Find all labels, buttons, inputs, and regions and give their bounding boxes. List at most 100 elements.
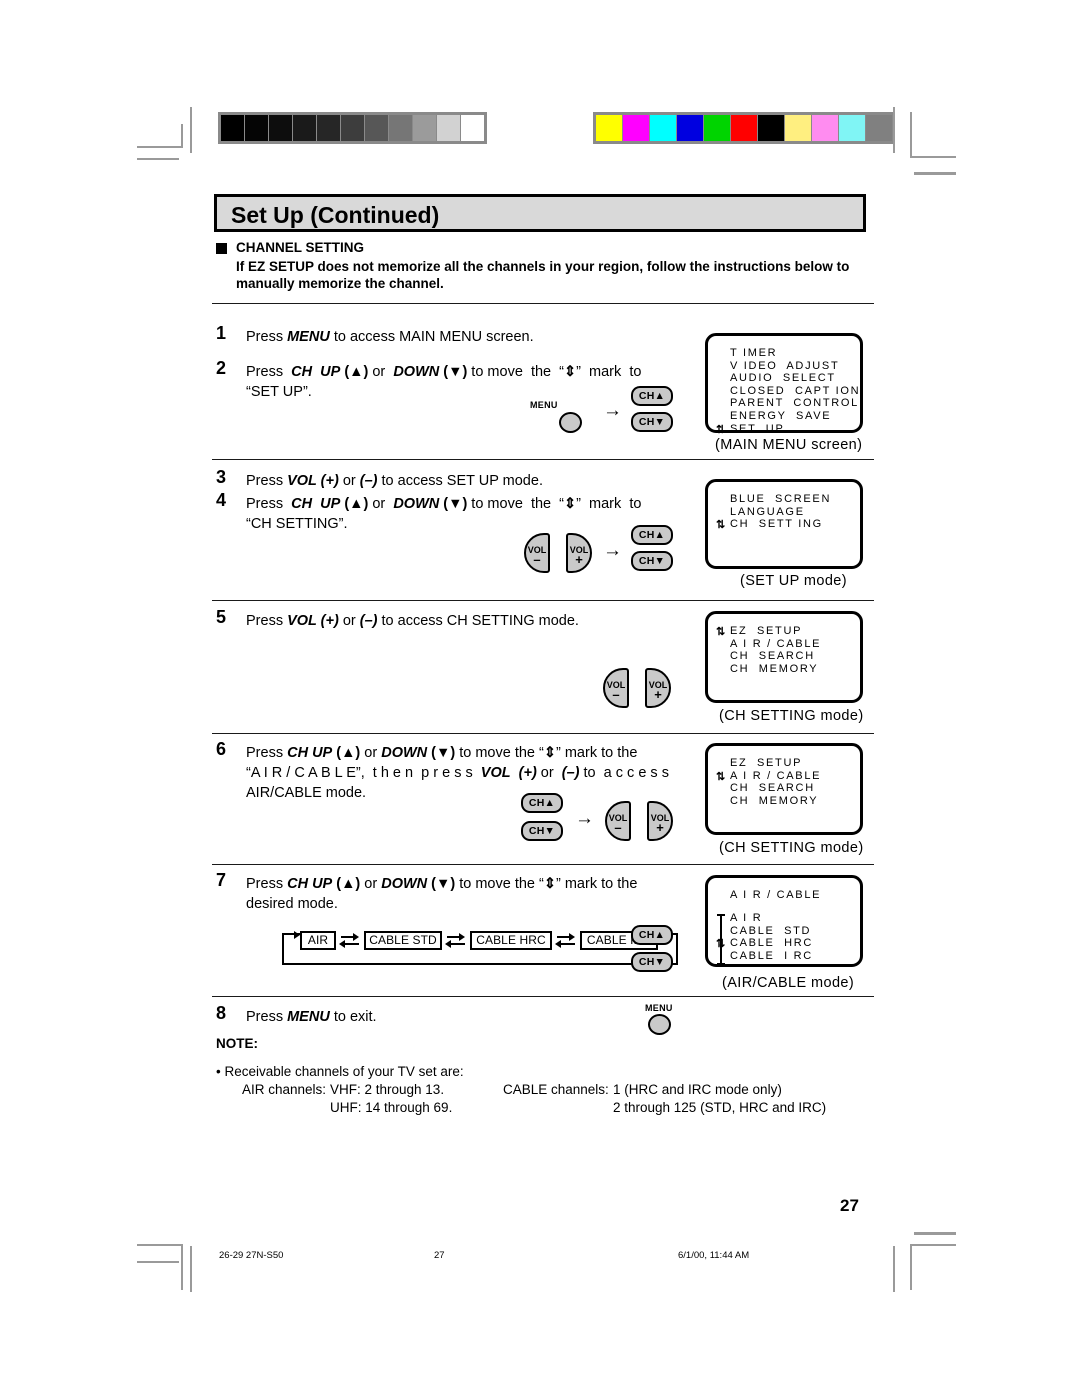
vol-plus-button-1[interactable]: VOL + <box>566 533 592 573</box>
flow-arrow-3: → <box>575 808 594 829</box>
menu-button-2[interactable] <box>648 1014 671 1035</box>
color-swatch-5 <box>731 115 757 141</box>
grayscale-swatch-0 <box>221 115 244 141</box>
osd-menu-item[interactable]: CH MEMORY <box>730 663 818 675</box>
cycle-loop-right-vertical <box>676 933 678 965</box>
step-4-text: Press CH UP (▲) or DOWN (▼) to move the … <box>246 496 642 532</box>
ch-up-button-2[interactable]: CH▲ <box>631 525 673 545</box>
air-cable-cycle-diagram: AIR CABLE STD CABLE HRC CABLE IRC <box>282 931 678 967</box>
step-6-text: Press CH UP (▲) or DOWN (▼) to move the … <box>246 745 669 801</box>
grayscale-swatch-2 <box>269 115 292 141</box>
step-8-text: Press MENU to exit. <box>246 1009 377 1025</box>
cycle-option-cable-std[interactable]: CABLE STD <box>364 931 442 950</box>
step-4-number: 4 <box>216 490 227 510</box>
menu-button-1[interactable] <box>559 412 582 433</box>
trim-line-right-bottom <box>893 1246 895 1292</box>
osd-selection-marker: ⇅ <box>716 519 726 532</box>
ch-down-button-1[interactable]: CH▼ <box>631 412 673 432</box>
ch-up-button-3[interactable]: CH▲ <box>521 793 563 813</box>
color-swatch-10 <box>866 115 892 141</box>
vol-minus-sign-2: – <box>612 687 620 702</box>
osd-menu-item[interactable]: CABLE HRC <box>730 937 813 949</box>
osd-menu-item[interactable]: BLUE SCREEN <box>730 493 831 505</box>
registration-mark-top-center <box>524 112 558 146</box>
osd-menu-item[interactable]: CH SETT ING <box>730 518 823 530</box>
vol-minus-sign-3: – <box>614 820 622 835</box>
osd-selection-marker: ⇅ <box>716 423 726 436</box>
ch-up-button-4[interactable]: CH▲ <box>631 925 673 945</box>
registration-mark-left-middle <box>141 679 175 713</box>
osd-menu-item[interactable]: CH SEARCH <box>730 650 815 662</box>
osd-menu-item[interactable]: PARENT CONTROL <box>730 397 859 409</box>
grayscale-swatch-3 <box>293 115 316 141</box>
osd-range-bar-top <box>717 914 725 916</box>
osd-ch-setting-mode-2: EZ SETUP ⇅ A I R / CABLE CH SEARCH CH MEMORY <box>705 743 863 835</box>
ch-up-button-1[interactable]: CH▲ <box>631 386 673 406</box>
note-cable-line-1: 1 (HRC and IRC mode only) <box>613 1082 782 1097</box>
osd-menu-item[interactable]: EZ SETUP <box>730 757 802 769</box>
color-swatch-0 <box>596 115 622 141</box>
osd-menu-item[interactable]: CLOSED CAPT ION <box>730 385 860 397</box>
step-3-number: 3 <box>216 467 227 487</box>
color-swatch-9 <box>839 115 865 141</box>
section-heading: CHANNEL SETTING <box>236 240 365 255</box>
cycle-loop-left-vertical <box>282 933 284 965</box>
step-2-number: 2 <box>216 358 227 378</box>
osd-title: A I R / CABLE <box>730 889 822 901</box>
vol-minus-button-2[interactable]: VOL – <box>603 668 629 708</box>
osd-menu-item[interactable]: T IMER <box>730 347 777 359</box>
vol-plus-button-2[interactable]: VOL + <box>645 668 671 708</box>
ch-down-button-4[interactable]: CH▼ <box>631 952 673 972</box>
cycle-arrow-backward <box>343 943 359 945</box>
trim-line-left-bottom <box>190 1246 192 1292</box>
vol-plus-sign-1: + <box>575 552 583 567</box>
osd-menu-item[interactable]: CH SEARCH <box>730 782 815 794</box>
page-number: 27 <box>840 1196 859 1215</box>
vol-plus-button-3[interactable]: VOL + <box>647 801 673 841</box>
cycle-arrowhead-backward <box>339 940 345 948</box>
cycle-loop-arrowhead-left <box>294 931 300 939</box>
osd-menu-item[interactable]: EZ SETUP <box>730 625 802 637</box>
vol-plus-sign-3: + <box>656 820 664 835</box>
step-7-number: 7 <box>216 870 227 890</box>
grayscale-swatch-7 <box>389 115 412 141</box>
osd-menu-item[interactable]: CABLE I RC <box>730 950 813 962</box>
step-6-number: 6 <box>216 739 227 759</box>
ch-down-button-2[interactable]: CH▼ <box>631 551 673 571</box>
crop-tick-right-lower <box>914 1232 956 1235</box>
osd-menu-item[interactable]: CH MEMORY <box>730 795 818 807</box>
vol-minus-button-3[interactable]: VOL – <box>605 801 631 841</box>
osd-menu-item[interactable]: LANGUAGE <box>730 506 805 518</box>
vol-minus-button-1[interactable]: VOL – <box>524 533 550 573</box>
menu-button-label-2: MENU <box>645 1003 673 1013</box>
trim-line-right-top <box>893 107 895 153</box>
grayscale-swatch-5 <box>341 115 364 141</box>
osd-menu-item[interactable]: A I R / CABLE <box>730 638 821 650</box>
divider-6 <box>212 996 874 997</box>
osd-menu-item[interactable]: A I R <box>730 912 762 924</box>
cycle-arrowhead-forward <box>569 933 575 941</box>
osd-menu-item[interactable]: AUDIO SELECT <box>730 372 836 384</box>
osd-menu-item[interactable]: A I R / CABLE <box>730 770 821 782</box>
crop-mark-bottom-left <box>137 1244 183 1290</box>
cycle-option-cable-hrc[interactable]: CABLE HRC <box>470 931 552 950</box>
osd-menu-item[interactable]: SET UP <box>730 423 785 435</box>
color-swatch-2 <box>650 115 676 141</box>
note-air-vhf: VHF: 2 through 13. <box>330 1082 445 1097</box>
flow-arrow-1: → <box>603 400 622 421</box>
crop-tick-left-upper <box>137 158 179 160</box>
ch-down-button-3[interactable]: CH▼ <box>521 821 563 841</box>
note-air-label: AIR channels: <box>242 1082 327 1097</box>
note-air-uhf: UHF: 14 through 69. <box>330 1100 453 1115</box>
vol-plus-sign-2: + <box>654 687 662 702</box>
osd-menu-item[interactable]: ENERGY SAVE <box>730 410 831 422</box>
color-swatch-3 <box>677 115 703 141</box>
cycle-option-air[interactable]: AIR <box>300 931 336 950</box>
osd-menu-item[interactable]: V IDEO ADJUST <box>730 360 839 372</box>
cycle-arrowhead-forward <box>353 933 359 941</box>
grayscale-swatch-6 <box>365 115 388 141</box>
crop-mark-top-right <box>910 112 956 158</box>
osd-menu-item[interactable]: CABLE STD <box>730 925 811 937</box>
registration-mark-bottom-center <box>524 1245 558 1279</box>
step-8-number: 8 <box>216 1003 227 1023</box>
